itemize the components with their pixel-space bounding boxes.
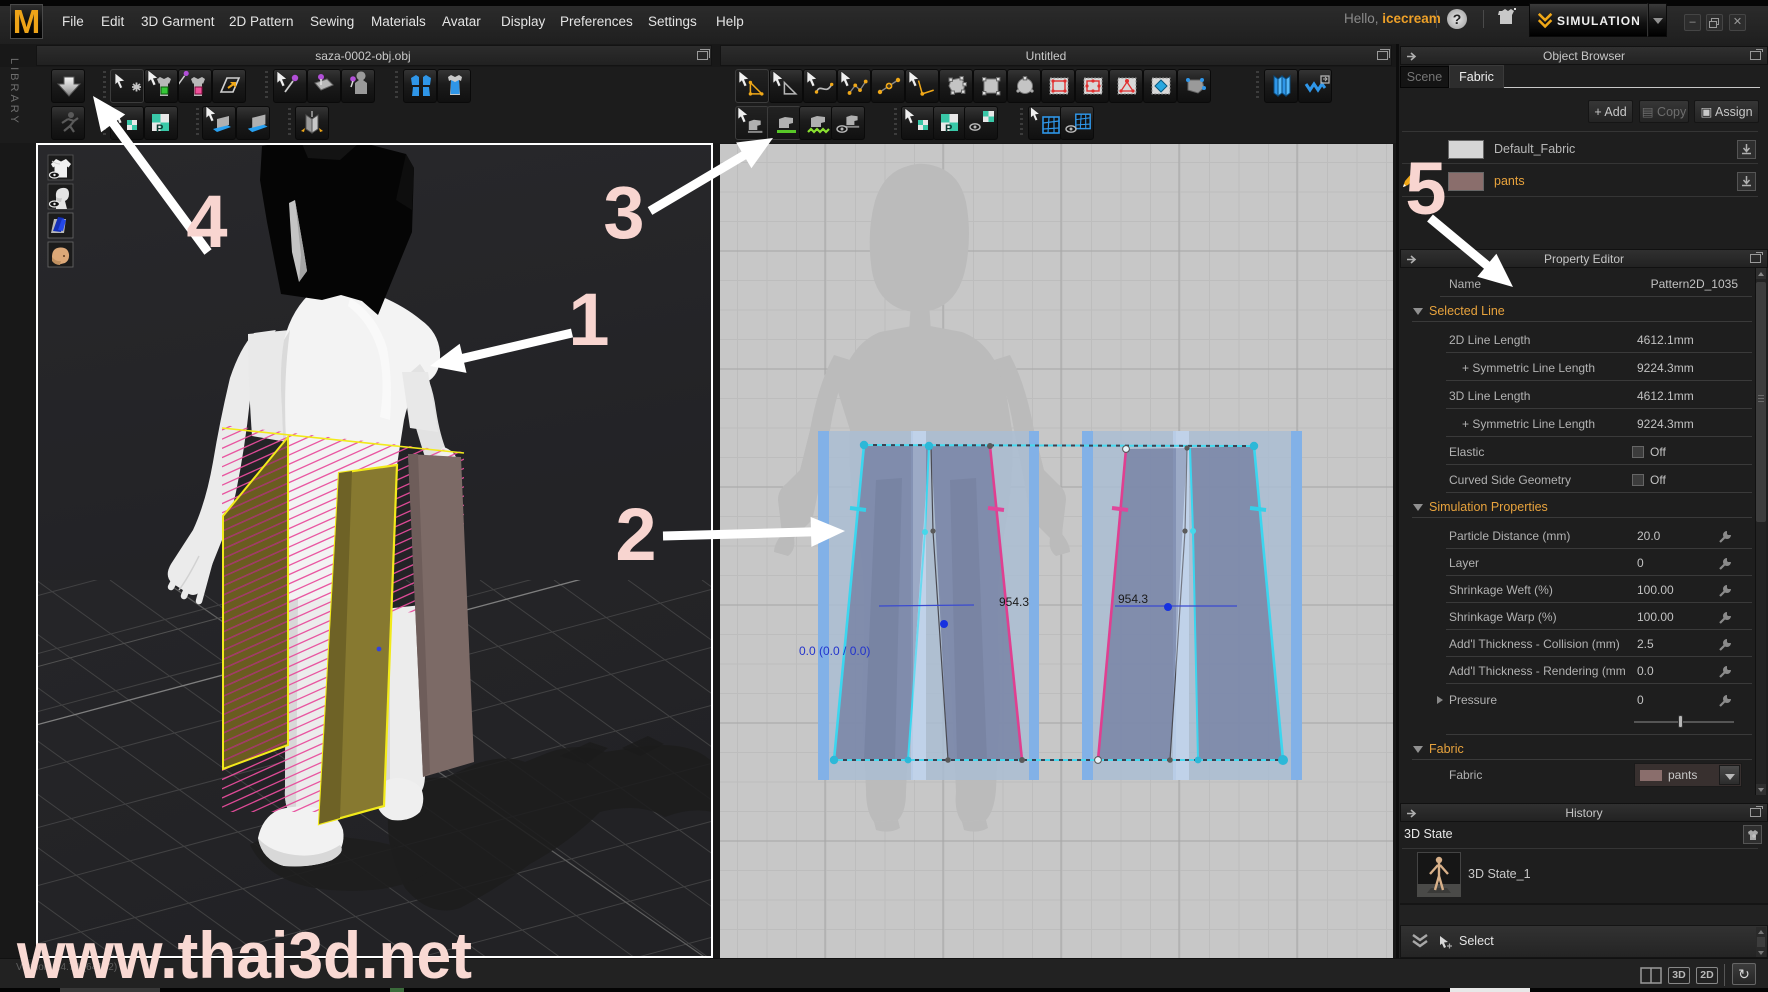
svg-text:www.thai3d.net: www.thai3d.net bbox=[16, 918, 472, 992]
svg-text:2: 2 bbox=[615, 493, 656, 576]
svg-text:1: 1 bbox=[568, 278, 609, 361]
svg-text:5: 5 bbox=[1405, 147, 1446, 230]
svg-text:4: 4 bbox=[186, 180, 227, 263]
svg-text:3: 3 bbox=[603, 171, 644, 254]
